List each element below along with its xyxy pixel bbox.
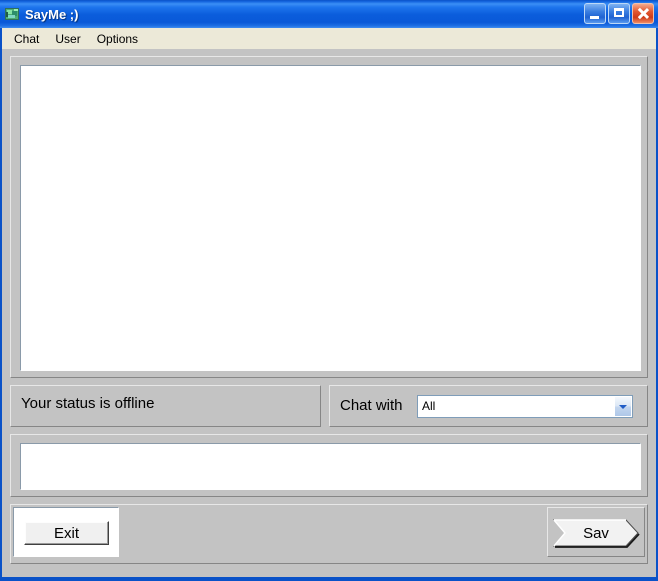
minimize-button[interactable]: [584, 3, 606, 24]
exit-button-group: Exit: [13, 507, 119, 557]
save-button[interactable]: Sav: [552, 518, 640, 548]
title-bar[interactable]: SayMe ;): [0, 0, 658, 28]
status-text: Your status is offline: [21, 395, 155, 412]
chat-history-textarea[interactable]: [20, 65, 641, 371]
exit-button[interactable]: Exit: [24, 521, 109, 545]
saymi-application-window: SayMe ;) Chat User Options Your status i…: [0, 0, 658, 581]
menu-bar: Chat User Options: [2, 28, 656, 49]
chat-with-label: Chat with: [340, 397, 403, 414]
chat-with-select[interactable]: All: [417, 395, 633, 418]
menu-item-chat[interactable]: Chat: [8, 30, 47, 48]
chat-history-group: [10, 56, 648, 378]
chat-with-dropdown-button[interactable]: [614, 397, 631, 416]
message-input[interactable]: [20, 443, 641, 490]
chat-with-selected-value: All: [422, 399, 436, 413]
close-button[interactable]: [632, 3, 654, 24]
message-input-group: [10, 434, 648, 497]
save-button-group: Sav: [547, 507, 645, 557]
menu-item-user[interactable]: User: [49, 30, 88, 48]
client-area: Your status is offline Chat with All Exi…: [2, 49, 656, 577]
saymi-app-icon: [4, 6, 20, 22]
window-title: SayMe ;): [25, 6, 79, 22]
menu-item-options[interactable]: Options: [91, 30, 146, 48]
maximize-button[interactable]: [608, 3, 630, 24]
chevron-down-icon: [619, 405, 627, 409]
maximize-icon: [614, 8, 624, 17]
window-controls: [584, 3, 654, 24]
minimize-icon: [590, 16, 599, 19]
bottom-action-bar: Exit Sav: [10, 504, 648, 564]
status-group: Your status is offline: [10, 385, 321, 427]
chat-with-group: Chat with All: [329, 385, 648, 427]
